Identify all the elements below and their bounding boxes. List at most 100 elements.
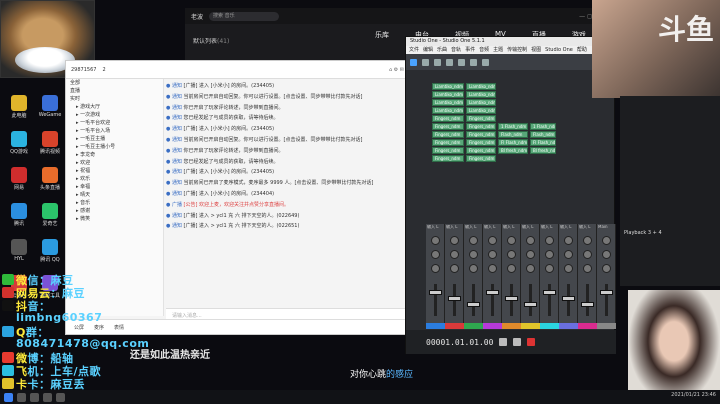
channel-tree-item[interactable]: ▸ 欢迎	[66, 159, 163, 167]
studio-menu-item[interactable]: 事件	[465, 46, 475, 54]
audio-clip[interactable]: Flash_ndm	[498, 131, 528, 138]
pan-knob[interactable]	[469, 264, 478, 273]
channel-tree-item[interactable]: ▸ 李龙奇	[66, 151, 163, 159]
split-tool-icon[interactable]	[434, 58, 441, 66]
channel-tree-item[interactable]: ▸ 一毛平台入场	[66, 127, 163, 135]
taskbar-app-icon[interactable]	[17, 392, 26, 402]
chat-tab[interactable]: 表情	[114, 324, 124, 331]
channel-tree-item[interactable]: ▸ 一毛平台欢迎	[66, 119, 163, 127]
paint-tool-icon[interactable]	[458, 58, 465, 66]
taskbar-app-icon[interactable]	[56, 392, 65, 402]
pan-knob[interactable]	[450, 264, 459, 273]
channel-tree-item[interactable]: ▸ 欢乐	[66, 175, 163, 183]
arrow-tool-icon[interactable]	[410, 58, 417, 66]
audio-clip[interactable]: Bl fresh_ndm	[498, 147, 528, 154]
audio-clip[interactable]: Liamtiko_ndm	[466, 99, 496, 106]
channel-tree-item[interactable]: ▸ 感谢	[66, 207, 163, 215]
pan-knob[interactable]	[469, 250, 478, 259]
pan-knob[interactable]	[488, 236, 497, 245]
channel-tree-item[interactable]: ▸ 一毛豆主播	[66, 135, 163, 143]
fader-handle[interactable]	[486, 290, 499, 295]
pan-knob[interactable]	[450, 250, 459, 259]
mute-tool-icon[interactable]	[470, 58, 477, 66]
studio-menu-item[interactable]: 音频	[479, 46, 489, 54]
record-icon[interactable]	[527, 338, 536, 346]
audio-clip[interactable]: Liamtiko_ndm	[432, 91, 464, 98]
studio-menu-item[interactable]: Studio One	[545, 46, 573, 54]
channel-tree-item[interactable]: ▸ 一次游戏	[66, 111, 163, 119]
channel-tree-item[interactable]: ▸ 游戏大厅	[66, 103, 163, 111]
fader-handle[interactable]	[562, 296, 575, 301]
mixer-channel[interactable]: 输入 L	[483, 224, 502, 329]
channel-tree-item[interactable]: ▸ 幸福	[66, 183, 163, 191]
studio-menu-item[interactable]: 乐曲	[437, 46, 447, 54]
music-tab[interactable]: 乐库	[375, 30, 389, 40]
channel-tree-item[interactable]: 直播	[66, 87, 163, 95]
pan-knob[interactable]	[602, 250, 611, 259]
fader-handle[interactable]	[581, 302, 594, 307]
audio-clip[interactable]: Fingers_ndm	[466, 131, 496, 138]
fader-handle[interactable]	[467, 302, 480, 307]
pan-knob[interactable]	[545, 250, 554, 259]
audio-clip[interactable]: 1 Flash_ndm	[530, 123, 556, 130]
audio-clip[interactable]: Fingers_ndm	[432, 115, 464, 122]
desktop-shortcut[interactable]: WeGame	[34, 95, 66, 118]
mixer-channel[interactable]: 输入 L	[426, 224, 445, 329]
desktop-shortcut[interactable]: 爱奇艺	[34, 203, 66, 227]
desktop-shortcut[interactable]: 网易	[3, 167, 35, 191]
pan-knob[interactable]	[583, 264, 592, 273]
audio-clip[interactable]: Fl Flash_ndm	[530, 139, 556, 146]
mixer-channel[interactable]: 输入 L	[540, 224, 559, 329]
fader-handle[interactable]	[543, 290, 556, 295]
taskbar-app-icon[interactable]	[30, 392, 39, 402]
pan-knob[interactable]	[507, 250, 516, 259]
music-search-input[interactable]: 搜索 音乐	[209, 11, 280, 21]
desktop-shortcut[interactable]: QQ游戏	[3, 131, 35, 155]
fader-handle[interactable]	[448, 296, 461, 301]
pan-knob[interactable]	[469, 236, 478, 245]
audio-clip[interactable]: Flash_ndm	[530, 131, 556, 138]
pan-knob[interactable]	[488, 250, 497, 259]
pan-knob[interactable]	[431, 250, 440, 259]
chat-tab[interactable]: 公屏	[74, 324, 84, 331]
pan-knob[interactable]	[526, 250, 535, 259]
fader-handle[interactable]	[429, 290, 442, 295]
audio-clip[interactable]: Liamtiko_ndm	[466, 107, 496, 114]
pan-knob[interactable]	[507, 236, 516, 245]
audio-clip[interactable]: Fingers_ndm	[466, 115, 496, 122]
play-icon[interactable]	[513, 338, 522, 346]
desktop-shortcut[interactable]: 腾讯视频	[34, 131, 66, 155]
channel-tree-item[interactable]: ▸ 祝福	[66, 167, 163, 175]
pan-knob[interactable]	[545, 264, 554, 273]
mixer-channel[interactable]: 输入 L	[521, 224, 540, 329]
channel-tree-item[interactable]: 全部	[66, 79, 163, 87]
mixer-channel[interactable]: Main	[597, 224, 616, 329]
pan-knob[interactable]	[431, 236, 440, 245]
fader-handle[interactable]	[505, 296, 518, 301]
pan-knob[interactable]	[450, 236, 459, 245]
desktop-shortcut[interactable]: 腾讯 QQ	[34, 239, 66, 263]
music-user[interactable]: 老波	[191, 12, 203, 21]
rewind-icon[interactable]	[499, 338, 508, 346]
pan-knob[interactable]	[507, 264, 516, 273]
pan-knob[interactable]	[545, 236, 554, 245]
studio-menu-item[interactable]: 主题	[493, 46, 503, 54]
pan-knob[interactable]	[564, 250, 573, 259]
pan-knob[interactable]	[526, 264, 535, 273]
audio-clip[interactable]: Fingers_ndm	[466, 123, 496, 130]
audio-clip[interactable]: Bl fresh_ndm	[530, 147, 556, 154]
mixer-channel[interactable]: 输入 L	[464, 224, 483, 329]
desktop-shortcut[interactable]: 头条直播	[34, 167, 66, 191]
pan-knob[interactable]	[488, 264, 497, 273]
playlist-label[interactable]: 默认列表(41)	[193, 38, 229, 45]
audio-clip[interactable]: Fingers_ndm	[432, 147, 464, 154]
chat-tab[interactable]: 麦序	[94, 324, 104, 331]
desktop-shortcut[interactable]: HYL	[3, 239, 35, 262]
channel-tree-item[interactable]: 实时	[66, 95, 163, 103]
start-icon[interactable]	[4, 392, 13, 402]
home-icon[interactable]: ⌂ ⚙ ✉	[389, 67, 404, 73]
studio-menu-item[interactable]: 帮助	[577, 46, 587, 54]
audio-clip[interactable]: Fingers_ndm	[432, 139, 464, 146]
audio-clip[interactable]: Liamtiko_ndm	[432, 107, 464, 114]
audio-clip[interactable]: 1 Flash_ndm	[498, 123, 528, 130]
